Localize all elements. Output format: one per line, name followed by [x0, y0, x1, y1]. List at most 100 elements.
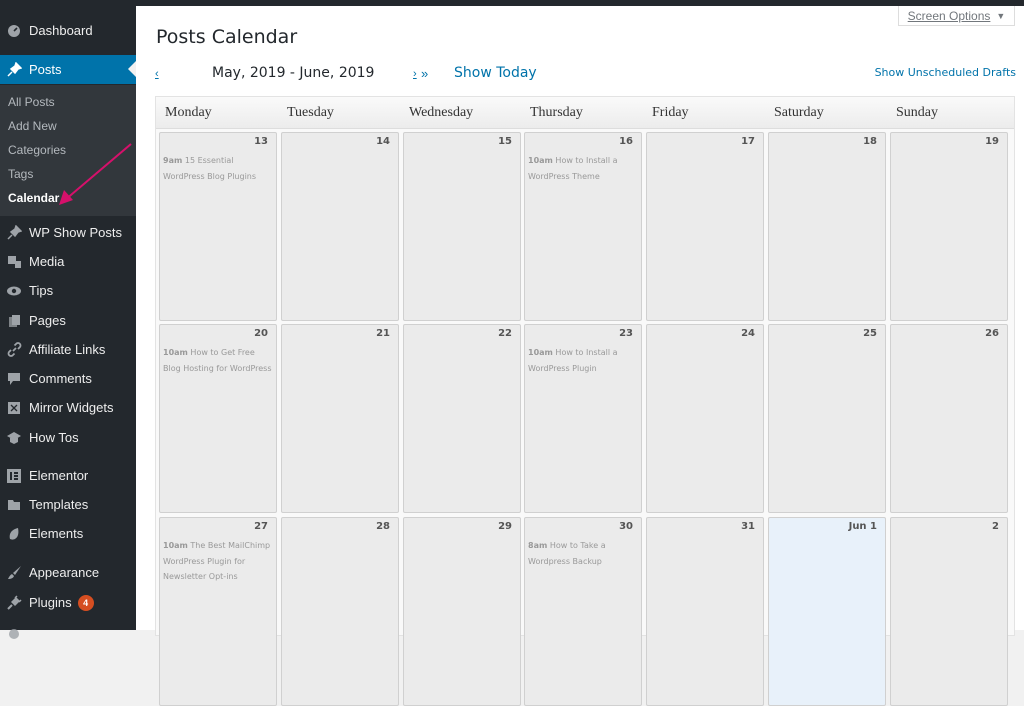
calendar-day-cell[interactable]: 22	[403, 324, 521, 513]
calendar-day-cell[interactable]: 21	[281, 324, 399, 513]
calendar-day-cell[interactable]: 24	[646, 324, 764, 513]
calendar-day-cell[interactable]: 18	[768, 132, 886, 321]
calendar-day-cell[interactable]: 15	[403, 132, 521, 321]
sidebar-item-label: Posts	[29, 62, 62, 77]
day-number: 28	[376, 521, 390, 532]
page-title: Posts Calendar	[156, 26, 298, 48]
next-month-link[interactable]: ›	[413, 68, 417, 80]
sidebar-item-templates[interactable]: Templates	[0, 490, 136, 519]
graduation-cap-icon	[0, 431, 28, 445]
day-number: 2	[992, 521, 999, 532]
show-today-link[interactable]: Show Today	[454, 65, 537, 81]
post-time: 10am	[528, 348, 553, 357]
calendar-day-cell[interactable]: 26	[890, 324, 1008, 513]
sidebar-item-elementor[interactable]: Elementor	[0, 461, 136, 490]
calendar-day-cell[interactable]: 14	[281, 132, 399, 321]
sidebar-item-appearance[interactable]: Appearance	[0, 558, 136, 587]
sidebar-item-label: Plugins	[29, 595, 72, 610]
post-time: 9am	[163, 156, 183, 165]
day-number: 27	[254, 521, 268, 532]
pin-icon	[0, 62, 28, 77]
sidebar-item-wp-show-posts[interactable]: WP Show Posts	[0, 218, 136, 247]
calendar-day-cell[interactable]: 2	[890, 517, 1008, 706]
weekday-saturday: Saturday	[774, 105, 824, 120]
day-number: 18	[863, 136, 877, 147]
calendar-day-cell[interactable]: 16 10am How to Install a WordPress Theme	[524, 132, 642, 321]
calendar-day-cell[interactable]: 25	[768, 324, 886, 513]
comment-icon	[0, 372, 28, 386]
elementor-icon	[0, 468, 28, 483]
sidebar-item-label: How Tos	[29, 430, 79, 445]
day-number: 21	[376, 328, 390, 339]
calendar-day-cell[interactable]: 23 10am How to Install a WordPress Plugin	[524, 324, 642, 513]
sidebar-item-pages[interactable]: Pages	[0, 306, 136, 335]
post-time: 8am	[528, 541, 548, 550]
sidebar-item-comments[interactable]: Comments	[0, 364, 136, 393]
submenu-tags[interactable]: Tags	[8, 167, 33, 181]
day-number: 24	[741, 328, 755, 339]
sidebar-item-cut-off[interactable]	[0, 617, 136, 646]
sidebar-item-elements[interactable]: Elements	[0, 519, 136, 548]
calendar-day-cell[interactable]: 27 10am The Best MailChimp WordPress Plug…	[159, 517, 277, 706]
scheduled-post[interactable]: 9am 15 Essential WordPress Blog Plugins	[163, 153, 273, 184]
sidebar-item-label: Comments	[29, 371, 92, 386]
weekday-monday: Monday	[165, 105, 212, 120]
calendar-day-cell[interactable]: 31	[646, 517, 764, 706]
widgets-icon	[0, 401, 28, 415]
sidebar-item-plugins[interactable]: Plugins 4	[0, 588, 136, 617]
sidebar-item-label: Tips	[29, 283, 54, 298]
screen-options-button[interactable]: Screen Options ▼	[898, 6, 1015, 26]
media-icon	[0, 255, 28, 269]
sidebar-item-label: Elementor	[29, 468, 89, 483]
calendar-day-cell[interactable]: Jun 1	[768, 517, 886, 706]
sidebar-item-how-tos[interactable]: How Tos	[0, 423, 136, 452]
scheduled-post[interactable]: 10am How to Install a WordPress Theme	[528, 153, 638, 184]
pin-icon	[0, 225, 28, 240]
submenu-calendar[interactable]: Calendar	[8, 191, 59, 205]
day-number: 14	[376, 136, 390, 147]
admin-sidebar: Dashboard Posts All Posts Add New Catego…	[0, 0, 136, 639]
sidebar-item-affiliate-links[interactable]: Affiliate Links	[0, 335, 136, 364]
prev-month-link[interactable]: ‹	[155, 68, 159, 80]
main-content: Screen Options ▼ Posts Calendar ‹ May, 2…	[136, 6, 1024, 706]
posts-calendar: Monday Tuesday Wednesday Thursday Friday Satu…	[155, 96, 1015, 706]
sidebar-item-posts[interactable]: Posts	[0, 55, 136, 84]
sidebar-item-label: Elements	[29, 526, 84, 541]
day-number: 20	[254, 328, 268, 339]
menu-icon	[0, 625, 28, 639]
calendar-day-cell[interactable]: 29	[403, 517, 521, 706]
screen-options-label: Screen Options	[907, 8, 991, 23]
day-number: 25	[863, 328, 877, 339]
next-period-link[interactable]: »	[421, 66, 428, 81]
day-number: 17	[741, 136, 755, 147]
sidebar-item-label: WP Show Posts	[29, 225, 122, 240]
submenu-add-new[interactable]: Add New	[8, 119, 57, 133]
calendar-day-cell[interactable]: 13 9am 15 Essential WordPress Blog Plugin…	[159, 132, 277, 321]
eye-icon	[0, 285, 28, 297]
pages-icon	[0, 314, 28, 328]
day-number: 22	[498, 328, 512, 339]
show-unscheduled-drafts-link[interactable]: Show Unscheduled Drafts	[875, 66, 1016, 79]
calendar-day-cell[interactable]: 30 8am How to Take a Wordpress Backup	[524, 517, 642, 706]
scheduled-post[interactable]: 10am How to Get Free Blog Hosting for Wo…	[163, 345, 273, 376]
sidebar-item-label: Mirror Widgets	[29, 400, 114, 415]
day-number: 31	[741, 521, 755, 532]
sidebar-item-label: Dashboard	[29, 23, 93, 38]
calendar-day-cell[interactable]: 20 10am How to Get Free Blog Hosting for …	[159, 324, 277, 513]
calendar-day-cell[interactable]: 19	[890, 132, 1008, 321]
scheduled-post[interactable]: 10am The Best MailChimp WordPress Plugin…	[163, 538, 273, 585]
submenu-all-posts[interactable]: All Posts	[8, 95, 55, 109]
sidebar-item-label: Media	[29, 254, 65, 269]
sidebar-item-mirror-widgets[interactable]: Mirror Widgets	[0, 393, 136, 422]
post-time: 10am	[163, 541, 188, 550]
calendar-day-cell[interactable]: 28	[281, 517, 399, 706]
scheduled-post[interactable]: 10am How to Install a WordPress Plugin	[528, 345, 638, 376]
day-number: 29	[498, 521, 512, 532]
sidebar-item-media[interactable]: Media	[0, 247, 136, 276]
sidebar-item-tips[interactable]: Tips	[0, 276, 136, 305]
calendar-day-cell[interactable]: 17	[646, 132, 764, 321]
link-icon	[0, 342, 28, 357]
scheduled-post[interactable]: 8am How to Take a Wordpress Backup	[528, 538, 638, 569]
sidebar-item-dashboard[interactable]: Dashboard	[0, 16, 136, 45]
update-count-badge: 4	[77, 594, 94, 611]
